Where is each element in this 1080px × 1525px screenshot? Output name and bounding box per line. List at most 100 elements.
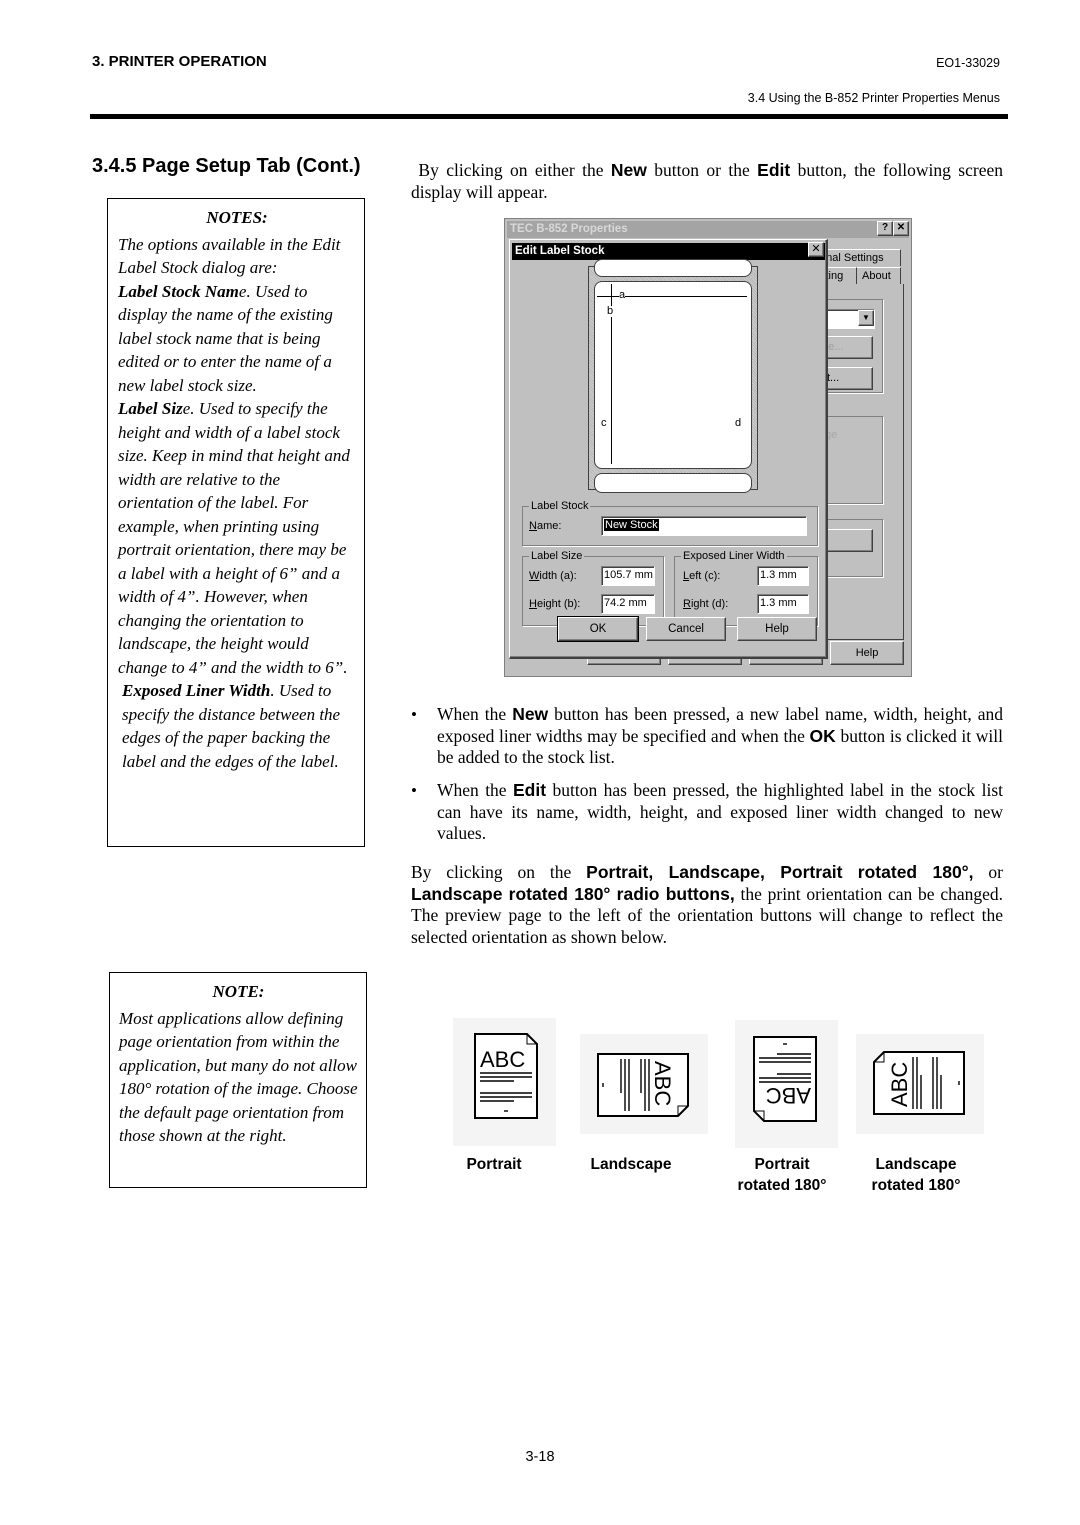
note-heading: NOTE: <box>212 982 265 1001</box>
caption-landscape-rotated: Landscape rotated 180° <box>858 1154 974 1196</box>
properties-help-button[interactable]: Help <box>830 641 904 665</box>
caption-line: Portrait <box>466 1156 522 1173</box>
dimension-c-label: c <box>601 417 607 429</box>
caption-line: Landscape <box>590 1156 672 1173</box>
bullet-icon: • <box>411 781 417 800</box>
text-run: button or the <box>646 160 758 180</box>
caption-landscape: Landscape <box>574 1154 688 1175</box>
height-input[interactable]: 74.2 mm <box>601 594 655 614</box>
orientation-glyph: ABC <box>650 1061 675 1106</box>
help-titlebar-button[interactable]: ? <box>877 221 893 236</box>
properties-titlebar: TEC B-852 Properties <box>507 221 909 238</box>
width-label: Width (a): <box>529 570 577 582</box>
caption-portrait-rotated: Portrait rotated 180° <box>730 1154 834 1196</box>
landscape-page-icon: ABC <box>597 1053 689 1117</box>
dialog-screenshot: TEC B-852 Properties ? ✕ onal Settings s… <box>504 218 912 677</box>
right-label-text: ight (d): <box>690 598 729 610</box>
width-input[interactable]: 105.7 mm <box>601 566 655 586</box>
header-section-title: 3. PRINTER OPERATION <box>92 53 267 70</box>
keyword-radio-buttons: Landscape rotated 180° radio buttons, <box>411 883 735 904</box>
text-run: When the <box>437 780 513 800</box>
name-input[interactable]: New Stock <box>601 516 807 536</box>
label-stock-group-title: Label Stock <box>529 499 591 513</box>
label-shape-current: a b c d <box>594 281 752 469</box>
label-size-group: Label Size Width (a): 105.7 mm Height (b… <box>522 549 664 626</box>
ok-button[interactable]: OK <box>557 616 639 642</box>
orientation-glyph: ABC <box>887 1062 912 1107</box>
portrait-rotated-page-icon: ABC <box>753 1036 817 1122</box>
bullet-edit: • When the Edit button has been pressed,… <box>411 780 1003 845</box>
text-run: When the <box>437 704 513 724</box>
notes-heading: NOTES: <box>206 208 268 227</box>
name-label: Name: <box>529 520 561 532</box>
dimension-a-label: a <box>619 289 626 301</box>
name-value: New Stock <box>604 519 659 531</box>
left-label: Left (c): <box>683 570 720 582</box>
keyword-edit: Edit <box>513 780 547 800</box>
tab-about[interactable]: About <box>857 267 901 284</box>
chevron-down-icon[interactable]: ▼ <box>858 310 874 326</box>
orientation-paragraph: By clicking on the Portrait, Landscape, … <box>411 862 1003 948</box>
bullet-new: • When the New button has been pressed, … <box>411 704 1003 769</box>
dimension-b-label: b <box>607 305 614 317</box>
width-label-mnemonic: W <box>529 570 540 582</box>
close-icon[interactable]: ✕ <box>808 242 824 257</box>
cancel-button[interactable]: Cancel <box>646 617 726 641</box>
note-box: NOTE: Most applications allow defining p… <box>109 972 367 1188</box>
notes-intro: The options available in the Edit Label … <box>118 234 341 278</box>
label-preview: a b c d <box>588 259 758 493</box>
dialog-titlebar: Edit Label Stock <box>512 243 825 260</box>
keyword-new: New <box>610 160 647 180</box>
bullet-icon: • <box>411 705 417 724</box>
height-label: Height (b): <box>529 598 580 610</box>
notes-item-exposed-liner-width: Exposed Liner Width. Used to specify the… <box>118 679 356 773</box>
height-label-text: eight (b): <box>536 598 581 610</box>
notes-term: Exposed Liner Width <box>122 681 271 700</box>
text-run: By clicking on either the <box>418 160 611 180</box>
label-shape-previous <box>594 259 752 277</box>
section-title: 3.4.5 Page Setup Tab (Cont.) <box>92 155 361 177</box>
portrait-page-icon: ABC <box>474 1033 538 1119</box>
keyword-ok: OK <box>809 725 836 746</box>
dialog-title: Edit Label Stock <box>515 245 605 257</box>
close-icon[interactable]: ✕ <box>893 221 909 236</box>
caption-portrait: Portrait <box>444 1154 544 1175</box>
header-subsection: 3.4 Using the B-852 Printer Properties M… <box>747 91 1000 105</box>
label-shape-next <box>594 473 752 493</box>
help-button[interactable]: Help <box>737 617 817 641</box>
keyword-orientations: Portrait, Landscape, Portrait rotated 18… <box>586 862 974 882</box>
notes-term: Label Siz <box>118 399 183 418</box>
name-label-mnemonic: N <box>529 520 537 532</box>
exposed-liner-width-group: Exposed Liner Width Left (c): 1.3 mm Rig… <box>674 549 818 626</box>
keyword-edit: Edit <box>757 160 791 180</box>
intro-paragraph: By clicking on either the New button or … <box>411 160 1003 203</box>
text-run: or <box>973 862 1003 882</box>
properties-title: TEC B-852 Properties <box>510 223 628 235</box>
label-stock-group: Label Stock Name: New Stock <box>522 499 818 546</box>
notes-item-label-stock-name: Label Stock Name. Used to display the na… <box>118 280 356 398</box>
height-label-mnemonic: H <box>529 598 537 610</box>
left-label-text: eft (c): <box>689 570 721 582</box>
right-label: Right (d): <box>683 598 728 610</box>
landscape-rotated-page-icon: ABC <box>873 1051 965 1115</box>
notes-text: . Used to specify the height and width o… <box>118 399 350 677</box>
notes-box: NOTES: The options available in the Edit… <box>107 198 365 847</box>
orientation-glyph: ABC <box>480 1047 525 1072</box>
header-rule <box>90 114 1008 119</box>
header-doc-number: EO1-33029 <box>936 56 1000 70</box>
label-size-group-title: Label Size <box>529 549 585 563</box>
notes-item-label-size: Label Size. Used to specify the height a… <box>118 397 356 679</box>
dimension-d-label: d <box>735 417 742 429</box>
width-label-text: idth (a): <box>539 570 577 582</box>
text-run: By clicking on the <box>411 862 587 882</box>
caption-line: Landscape <box>875 1156 957 1173</box>
edit-label-stock-dialog: Edit Label Stock ✕ a b c d Label Stock N… <box>509 239 828 659</box>
right-input[interactable]: 1.3 mm <box>757 594 809 614</box>
keyword-new: New <box>512 704 549 724</box>
notes-term: Label Stock Nam <box>118 281 239 301</box>
note-text: Most applications allow defining page or… <box>119 1008 358 1146</box>
page-number: 3-18 <box>525 1449 555 1465</box>
left-input[interactable]: 1.3 mm <box>757 566 809 586</box>
exposed-liner-group-title: Exposed Liner Width <box>681 549 787 563</box>
name-label-text: ame: <box>536 520 562 532</box>
